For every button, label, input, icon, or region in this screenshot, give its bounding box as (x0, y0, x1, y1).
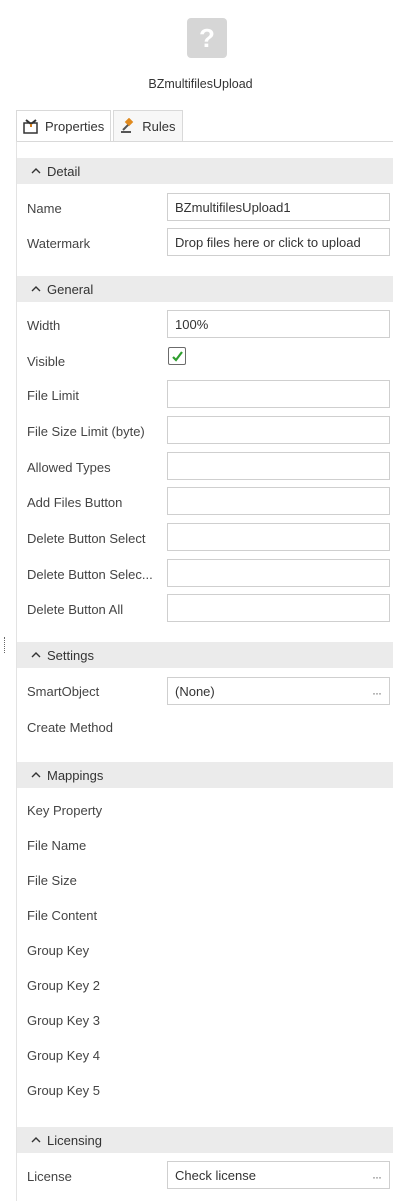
delete-button-all-field[interactable] (167, 594, 390, 622)
ellipsis-icon[interactable]: ··· (372, 1170, 382, 1184)
delete-button-select2-label: Delete Button Selec... (27, 567, 153, 582)
control-header: ? BZmultifilesUpload (0, 0, 401, 108)
mapping-label: Key Property (27, 803, 103, 818)
ellipsis-icon[interactable]: ··· (372, 686, 382, 700)
section-mappings-header[interactable]: Mappings (17, 762, 393, 788)
width-label: Width (27, 318, 61, 333)
file-size-limit-field[interactable] (167, 416, 390, 444)
delete-button-select2-field[interactable] (167, 559, 390, 587)
control-name: BZmultifilesUpload (148, 77, 253, 91)
mapping-label: Group Key (27, 943, 90, 958)
license-label: License (27, 1169, 72, 1184)
allowed-types-label: Allowed Types (27, 460, 111, 475)
delete-button-all-label: Delete Button All (27, 602, 124, 617)
add-files-button-field[interactable] (167, 487, 390, 515)
mapping-label: Group Key 5 (27, 1083, 100, 1098)
mapping-label: File Size (27, 873, 77, 888)
section-general-title: General (47, 281, 94, 297)
delete-button-select-field[interactable] (167, 523, 390, 551)
chevron-up-icon (31, 652, 41, 658)
create-method-label: Create Method (27, 720, 113, 735)
smartobject-picker[interactable]: (None) ··· (167, 677, 390, 705)
name-field[interactable]: BZmultifilesUpload1 (167, 193, 390, 221)
smartobject-label: SmartObject (27, 684, 100, 699)
tab-properties[interactable]: Properties (16, 110, 112, 142)
visible-checkbox[interactable] (168, 347, 186, 365)
section-mappings-title: Mappings (47, 767, 104, 783)
visible-label: Visible (27, 354, 66, 369)
file-size-limit-label: File Size Limit (byte) (27, 424, 145, 439)
license-value: Check license (175, 1167, 256, 1183)
section-licensing-title: Licensing (47, 1132, 102, 1148)
checkmark-icon (171, 350, 183, 362)
smartobject-value: (None) (175, 683, 215, 699)
mapping-label: File Name (27, 838, 87, 853)
chevron-up-icon (31, 1137, 41, 1143)
mapping-label: File Content (27, 908, 98, 923)
properties-panel: Detail Name BZmultifilesUpload1 Watermar… (16, 141, 393, 1201)
watermark-label: Watermark (27, 236, 91, 251)
section-licensing-header[interactable]: Licensing (17, 1127, 393, 1153)
width-field[interactable]: 100% (167, 310, 390, 338)
resize-handle[interactable] (4, 637, 6, 653)
section-general-header[interactable]: General (17, 276, 393, 302)
section-detail-header[interactable]: Detail (17, 158, 393, 184)
chevron-up-icon (31, 286, 41, 292)
file-limit-label: File Limit (27, 388, 80, 403)
tab-properties-label: Properties (45, 118, 105, 134)
section-detail-title: Detail (47, 163, 81, 179)
watermark-field[interactable]: Drop files here or click to upload (167, 228, 390, 256)
tab-rules-label: Rules (142, 118, 176, 134)
license-picker[interactable]: Check license ··· (167, 1161, 390, 1189)
tab-rules[interactable]: Rules (113, 110, 183, 142)
question-mark-icon: ? (187, 18, 227, 58)
chevron-up-icon (31, 168, 41, 174)
properties-icon (23, 119, 38, 134)
delete-button-select-label: Delete Button Select (27, 531, 146, 546)
allowed-types-field[interactable] (167, 452, 390, 480)
file-limit-field[interactable] (167, 380, 390, 408)
mapping-label: Group Key 2 (27, 978, 100, 993)
mapping-label: Group Key 4 (27, 1048, 100, 1063)
add-files-button-label: Add Files Button (27, 495, 123, 510)
section-settings-title: Settings (47, 647, 94, 663)
section-settings-header[interactable]: Settings (17, 642, 393, 668)
mapping-label: Group Key 3 (27, 1013, 100, 1028)
rules-gavel-icon (121, 118, 134, 133)
tab-strip: Properties Rules (16, 110, 183, 142)
chevron-up-icon (31, 772, 41, 778)
name-label: Name (27, 201, 62, 216)
